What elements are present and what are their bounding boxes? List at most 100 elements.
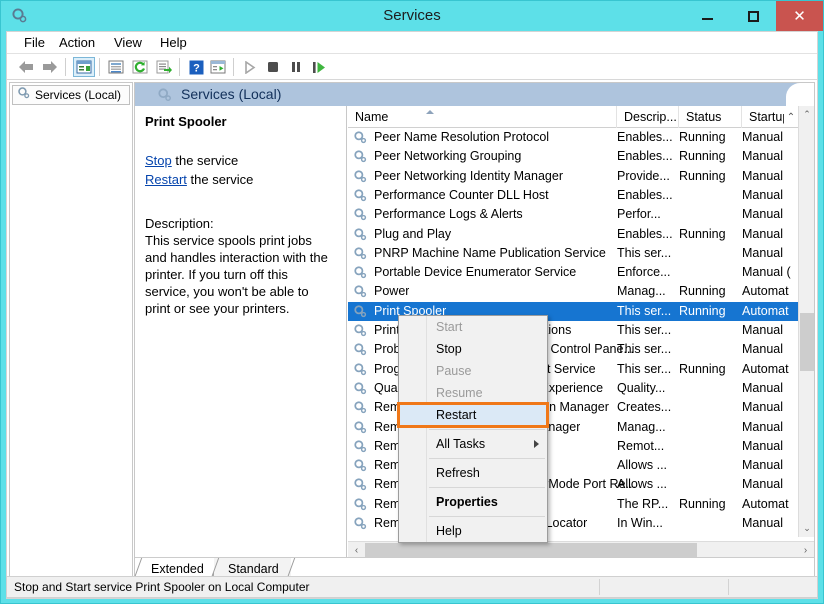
- context-menu-item-properties[interactable]: Properties: [399, 491, 547, 513]
- cell-status: Running: [679, 130, 726, 144]
- menu-action[interactable]: Action: [50, 32, 104, 54]
- restart-icon: [313, 61, 325, 73]
- show-hide-console-tree-button[interactable]: [73, 57, 95, 77]
- export-list-button[interactable]: [153, 57, 175, 77]
- service-gear-icon: [353, 130, 368, 145]
- context-menu-item-refresh[interactable]: Refresh: [399, 462, 547, 484]
- toolbar-separator-2: [99, 58, 100, 76]
- column-header-overflow-icon[interactable]: ⌃: [784, 106, 798, 128]
- cell-service-name: Peer Networking Identity Manager: [374, 168, 563, 183]
- context-menu-item-help[interactable]: Help: [399, 520, 547, 542]
- forward-button[interactable]: [39, 57, 61, 77]
- service-gear-icon: [353, 516, 368, 531]
- cell-status: [679, 475, 741, 494]
- stop-service-link-row: Stop the service: [145, 151, 336, 170]
- tree-item-services-local[interactable]: Services (Local): [12, 85, 130, 105]
- table-row[interactable]: Performance Logs & Alerts Perfor... Manual: [348, 205, 798, 224]
- menu-file[interactable]: File: [15, 32, 54, 54]
- help-button[interactable]: ?: [185, 57, 207, 77]
- cell-startup-type: Manual: [742, 438, 783, 453]
- scroll-up-button[interactable]: ⌃: [799, 106, 814, 123]
- scroll-right-button[interactable]: ›: [797, 542, 814, 558]
- context-menu-item-stop[interactable]: Stop: [399, 338, 547, 360]
- pane-banner: Services (Local): [135, 83, 814, 106]
- refresh-icon: [132, 60, 148, 74]
- service-context-menu[interactable]: Start Stop Pause Resume Restart All Tasks Refr…: [397, 315, 549, 543]
- restart-service-link[interactable]: Restart: [145, 172, 187, 187]
- pause-service-button[interactable]: [285, 57, 307, 77]
- list-horizontal-scrollbar[interactable]: ‹ ›: [348, 541, 814, 558]
- svg-text:?: ?: [193, 62, 200, 74]
- maximize-button[interactable]: [730, 1, 776, 31]
- cell-status: Running: [679, 149, 726, 164]
- context-menu-item-resume: Resume: [399, 382, 547, 404]
- table-row[interactable]: Power Manag... Running Automat: [348, 282, 798, 301]
- cell-status: [679, 398, 741, 417]
- stop-service-button[interactable]: [262, 57, 284, 77]
- table-row[interactable]: Peer Networking Identity Manager Provide.…: [348, 167, 798, 186]
- table-row[interactable]: Portable Device Enumerator Service Enforc…: [348, 263, 798, 282]
- play-icon: [245, 60, 256, 74]
- table-row[interactable]: Peer Networking Grouping Enables... Runnin…: [348, 147, 798, 166]
- column-header-description[interactable]: Descrip...: [617, 106, 679, 128]
- service-gear-icon: [353, 458, 368, 473]
- cell-startup-type: Automat: [742, 303, 789, 318]
- table-row[interactable]: Plug and Play Enables... Running Manual: [348, 225, 798, 244]
- cell-description: This ser...: [617, 361, 672, 376]
- column-header-name[interactable]: Name: [348, 106, 617, 128]
- maximize-icon: [747, 10, 759, 22]
- stop-service-link[interactable]: Stop: [145, 153, 172, 168]
- horizontal-scroll-thumb[interactable]: [365, 543, 697, 557]
- service-gear-icon: [353, 477, 368, 492]
- show-action-pane-button[interactable]: [207, 57, 229, 77]
- cell-description: Allows ...: [617, 458, 668, 473]
- context-menu-item-start: Start: [399, 316, 547, 338]
- context-menu-item-label: Restart: [436, 408, 477, 422]
- scroll-down-button[interactable]: ⌄: [799, 520, 814, 537]
- column-header-status[interactable]: Status: [679, 106, 742, 128]
- cell-status: Running: [679, 303, 726, 318]
- column-header-startup-type[interactable]: Startup T: [742, 106, 784, 128]
- list-vertical-scrollbar[interactable]: ⌃ ⌄: [798, 106, 814, 537]
- service-gear-icon: [353, 362, 368, 377]
- banner-fold-decoration: [786, 83, 814, 106]
- context-menu-item-label: Properties: [436, 495, 498, 509]
- menu-view[interactable]: View: [105, 32, 151, 54]
- start-service-button[interactable]: [239, 57, 261, 77]
- context-menu-item-all-tasks[interactable]: All Tasks: [399, 433, 547, 455]
- cell-startup-type: Manual: [742, 149, 783, 164]
- menu-help[interactable]: Help: [151, 32, 196, 54]
- context-menu-item-restart[interactable]: Restart: [397, 402, 549, 428]
- services-window: Services ✕ File Action View Help ? Servi…: [0, 0, 824, 604]
- context-menu-item-pause: Pause: [399, 360, 547, 382]
- refresh-button[interactable]: [129, 57, 151, 77]
- cell-description: This ser...: [617, 245, 672, 260]
- services-gear-icon: [17, 86, 31, 105]
- status-bar-divider-2: [728, 579, 729, 595]
- service-gear-icon: [353, 381, 368, 396]
- cell-description: Enables...: [617, 226, 673, 241]
- service-description-block: Description: This service spools print j…: [145, 215, 336, 317]
- cell-startup-type: Manual: [742, 130, 783, 144]
- cell-status: [679, 340, 741, 359]
- context-menu-item-label: Resume: [436, 386, 483, 400]
- table-row[interactable]: PNRP Machine Name Publication Service Thi…: [348, 244, 798, 263]
- minimize-button[interactable]: [684, 1, 730, 31]
- scroll-left-button[interactable]: ‹: [348, 542, 365, 558]
- cell-description: This ser...: [617, 303, 672, 318]
- table-row[interactable]: Peer Name Resolution Protocol Enables... R…: [348, 128, 798, 147]
- cell-status: [679, 186, 741, 205]
- table-row[interactable]: Performance Counter DLL Host Enables... Ma…: [348, 186, 798, 205]
- cell-description: Enforce...: [617, 265, 671, 280]
- status-bar-divider-1: [599, 579, 600, 595]
- back-button[interactable]: [15, 57, 37, 77]
- cell-startup-type: Manual: [742, 207, 783, 222]
- service-gear-icon: [353, 400, 368, 415]
- stop-service-link-suffix: the service: [171, 153, 239, 168]
- properties-button[interactable]: [105, 57, 127, 77]
- close-button[interactable]: ✕: [776, 1, 823, 31]
- cell-status: [679, 205, 741, 224]
- restart-service-button[interactable]: [308, 57, 330, 77]
- close-icon: ✕: [793, 7, 806, 25]
- vertical-scroll-thumb[interactable]: [800, 313, 814, 371]
